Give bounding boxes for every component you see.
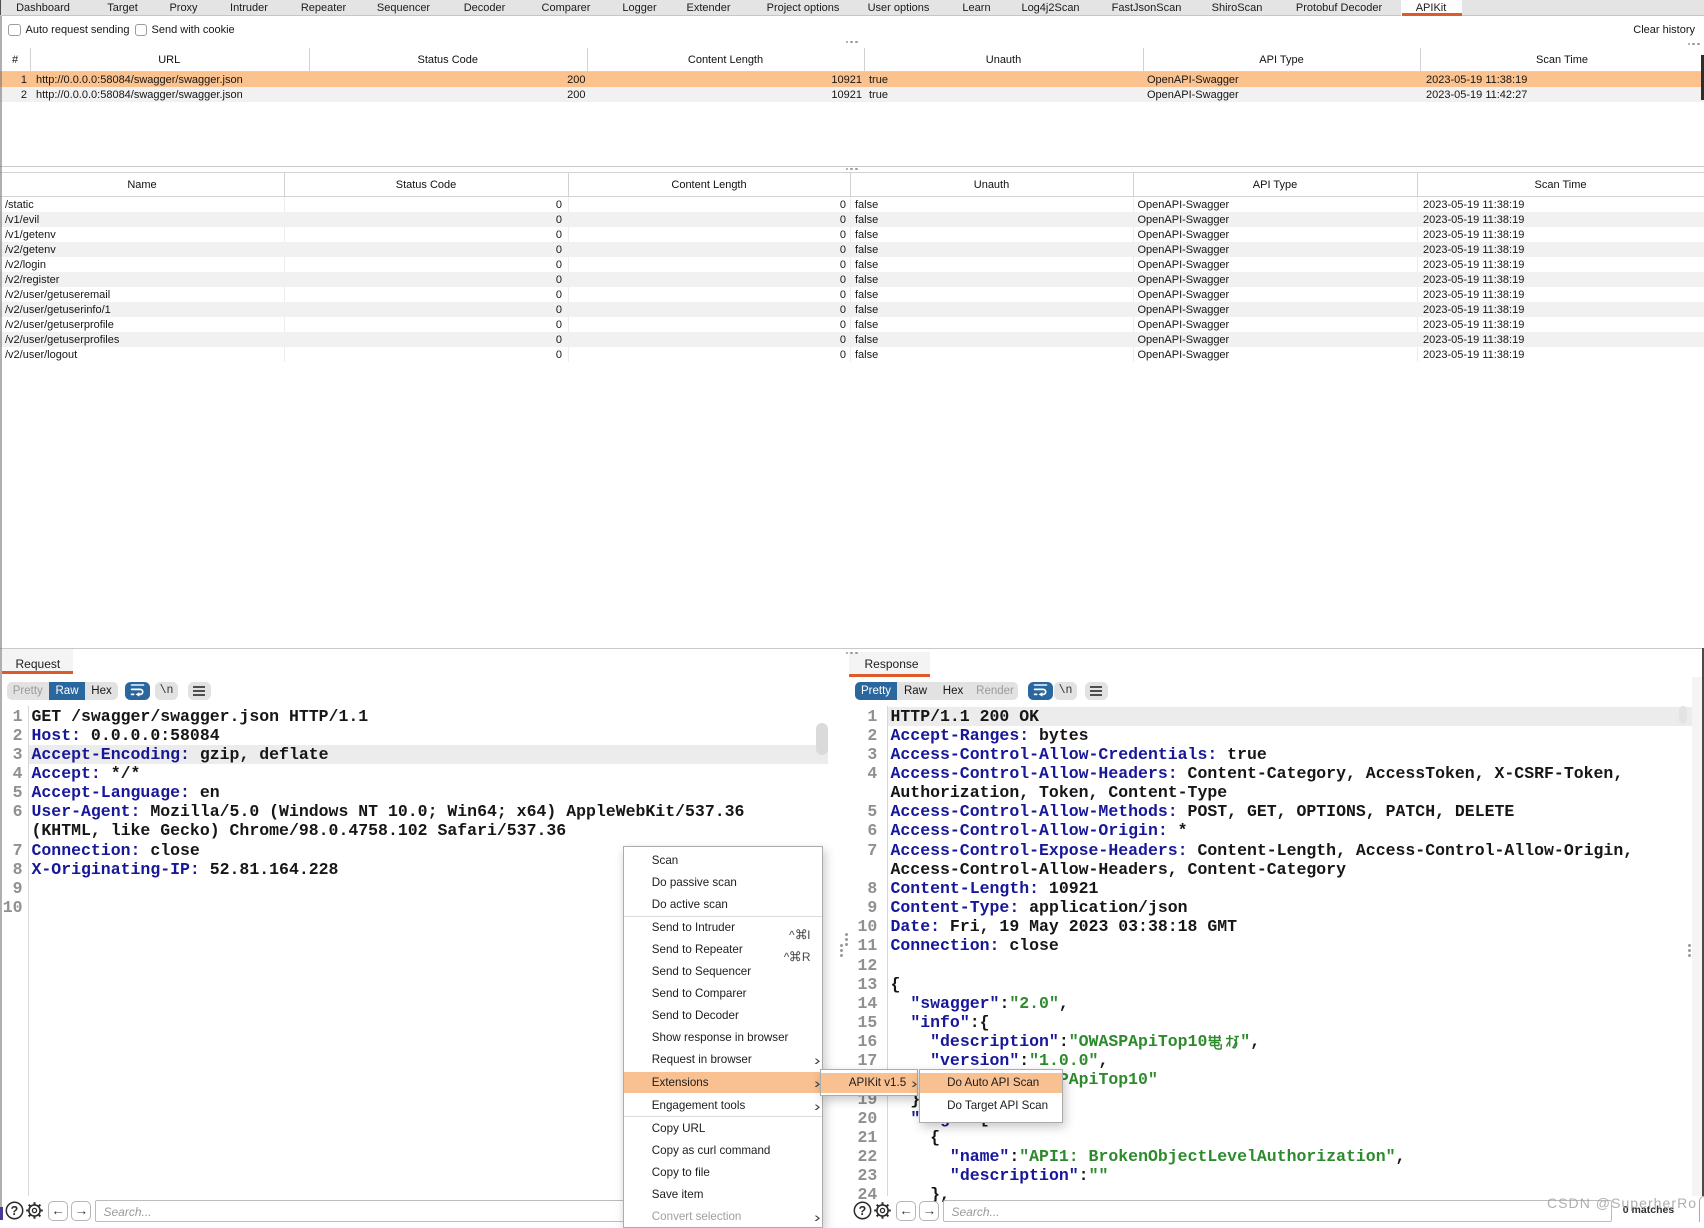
svg-text:?: ? xyxy=(10,1204,18,1218)
svg-text:?: ? xyxy=(858,1204,866,1218)
